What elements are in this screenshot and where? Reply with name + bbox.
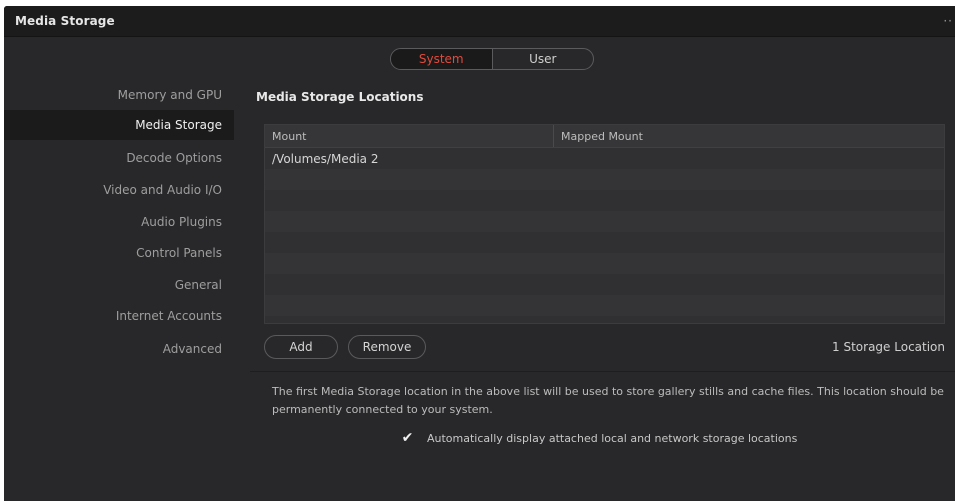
system-user-toggle: System User — [390, 48, 594, 70]
sidebar-item-video-and-audio-io[interactable]: Video and Audio I/O — [103, 183, 222, 197]
table-row-empty — [265, 253, 944, 274]
tab-system[interactable]: System — [391, 49, 493, 69]
auto-display-label[interactable]: Automatically display attached local and… — [427, 432, 797, 445]
storage-location-count: 1 Storage Location — [832, 340, 945, 354]
table-row[interactable]: /Volumes/Media 2 — [265, 148, 944, 169]
divider — [250, 371, 955, 372]
storage-locations-table: Mount Mapped Mount /Volumes/Media 2 — [264, 124, 945, 324]
table-row-empty — [265, 211, 944, 232]
column-header-mapped-mount[interactable]: Mapped Mount — [561, 130, 643, 143]
sidebar-item-decode-options[interactable]: Decode Options — [126, 151, 222, 165]
storage-note: The first Media Storage location in the … — [272, 385, 944, 416]
window-title: Media Storage — [15, 14, 115, 28]
column-divider[interactable] — [553, 125, 554, 147]
table-header: Mount Mapped Mount — [265, 125, 944, 148]
preferences-window: Media Storage ·· System User Memory and … — [4, 6, 955, 501]
tab-user[interactable]: User — [493, 49, 594, 69]
section-title: Media Storage Locations — [256, 90, 424, 104]
sidebar-item-advanced[interactable]: Advanced — [163, 342, 222, 356]
auto-display-checkbox[interactable]: ✔ — [400, 431, 415, 446]
sidebar-item-control-panels[interactable]: Control Panels — [136, 246, 222, 260]
table-row-empty — [265, 169, 944, 190]
add-button[interactable]: Add — [264, 335, 338, 359]
mount-cell: /Volumes/Media 2 — [272, 152, 379, 166]
table-row-empty — [265, 295, 944, 316]
more-options-icon[interactable]: ·· — [943, 14, 953, 28]
table-row-empty — [265, 190, 944, 211]
sidebar-item-audio-plugins[interactable]: Audio Plugins — [141, 215, 222, 229]
table-row-empty — [265, 274, 944, 295]
remove-button[interactable]: Remove — [348, 335, 426, 359]
sidebar-item-general[interactable]: General — [175, 278, 222, 292]
table-row-empty — [265, 232, 944, 253]
sidebar-item-media-storage[interactable]: Media Storage — [135, 118, 222, 132]
sidebar-item-memory-and-gpu[interactable]: Memory and GPU — [118, 88, 222, 102]
column-header-mount[interactable]: Mount — [272, 130, 306, 143]
title-bar: Media Storage ·· — [4, 6, 955, 37]
sidebar-item-internet-accounts[interactable]: Internet Accounts — [116, 309, 222, 323]
